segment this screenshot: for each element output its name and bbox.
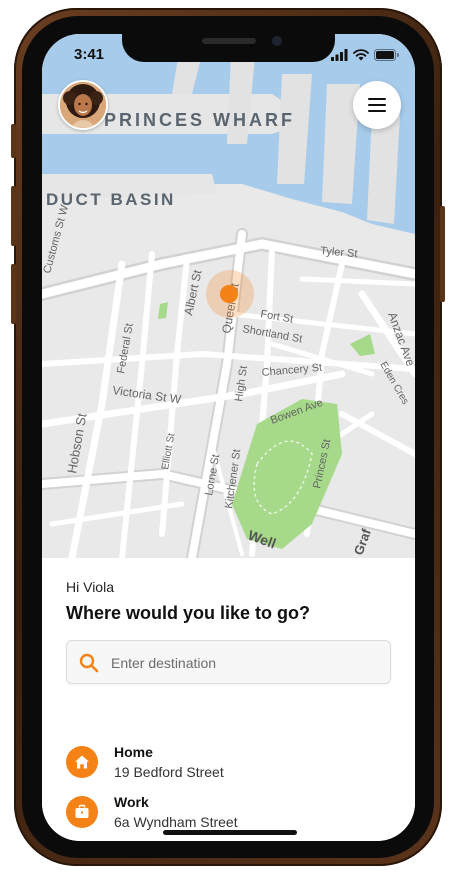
status-icons — [331, 48, 399, 62]
saved-place-home[interactable]: Home 19 Bedford Street — [66, 744, 386, 784]
hamburger-icon-line — [368, 98, 386, 100]
search-icon — [79, 653, 99, 673]
status-bar: 3:41 — [42, 34, 415, 74]
greeting-text: Hi Viola — [66, 579, 114, 595]
speaker-grille — [202, 38, 256, 44]
place-address: 6a Wyndham Street — [114, 814, 238, 830]
place-name: Home — [114, 744, 153, 760]
battery-icon — [374, 49, 399, 61]
saved-place-work[interactable]: Work 6a Wyndham Street — [66, 794, 386, 834]
destination-panel: Hi Viola Where would you like to go? Hom… — [42, 558, 415, 841]
avatar-photo — [60, 82, 106, 128]
power-button — [440, 206, 445, 302]
front-camera — [272, 36, 282, 46]
destination-input[interactable] — [111, 651, 381, 675]
current-location-marker[interactable] — [220, 285, 238, 303]
notch — [122, 34, 335, 62]
destination-prompt: Where would you like to go? — [66, 603, 311, 623]
app-screen: PRINCES WHARF DUCT BASIN Customs St W Al… — [42, 34, 415, 841]
volume-down-button — [11, 264, 16, 324]
menu-button[interactable] — [353, 81, 401, 129]
destination-search-box[interactable] — [66, 640, 391, 684]
label-princes-wharf: PRINCES WHARF — [104, 110, 295, 130]
status-time: 3:41 — [74, 46, 105, 63]
wifi-icon — [353, 49, 369, 61]
hamburger-icon-line — [368, 110, 386, 112]
home-indicator[interactable] — [163, 830, 297, 835]
briefcase-icon — [66, 796, 98, 828]
hamburger-icon-line — [368, 104, 386, 106]
volume-up-button — [11, 186, 16, 246]
user-avatar[interactable] — [58, 80, 108, 130]
mute-switch — [11, 124, 16, 158]
home-icon — [66, 746, 98, 778]
signal-icon — [331, 49, 348, 61]
place-name: Work — [114, 794, 149, 810]
place-address: 19 Bedford Street — [114, 764, 224, 780]
